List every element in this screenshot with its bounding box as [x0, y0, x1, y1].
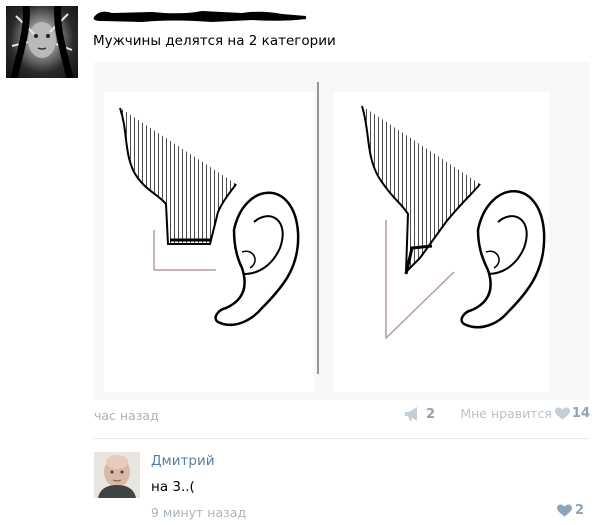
post-time[interactable]: час назад	[94, 408, 159, 423]
post-author-avatar[interactable]	[6, 6, 78, 78]
avatar-photo	[10, 6, 74, 78]
comments-divider	[94, 438, 590, 439]
heart-icon	[556, 503, 572, 517]
comment-like-count: 2	[574, 503, 584, 518]
post-text: Мужчины делятся на 2 категории	[93, 33, 336, 49]
share-count: 2	[426, 406, 436, 422]
comment-text: на 3..(	[151, 479, 195, 495]
comment-like-button[interactable]: 2	[556, 503, 584, 518]
like-count: 14	[571, 406, 590, 421]
heart-icon	[554, 406, 570, 420]
megaphone-share-icon	[405, 407, 417, 421]
redacted-author-name	[92, 7, 308, 26]
like-label: Мне нравится	[460, 406, 552, 421]
avatar-photo	[94, 452, 140, 498]
comment-author-link[interactable]: Дмитрий	[151, 453, 215, 469]
post-image[interactable]	[94, 62, 590, 400]
comment-author-avatar[interactable]	[94, 452, 140, 498]
like-button[interactable]: Мне нравится 14	[460, 406, 590, 421]
share-button[interactable]: 2	[404, 406, 435, 422]
post-meta-row: час назад 2 Мне нравится 14	[94, 406, 590, 426]
comment-time[interactable]: 9 минут назад	[151, 505, 246, 520]
